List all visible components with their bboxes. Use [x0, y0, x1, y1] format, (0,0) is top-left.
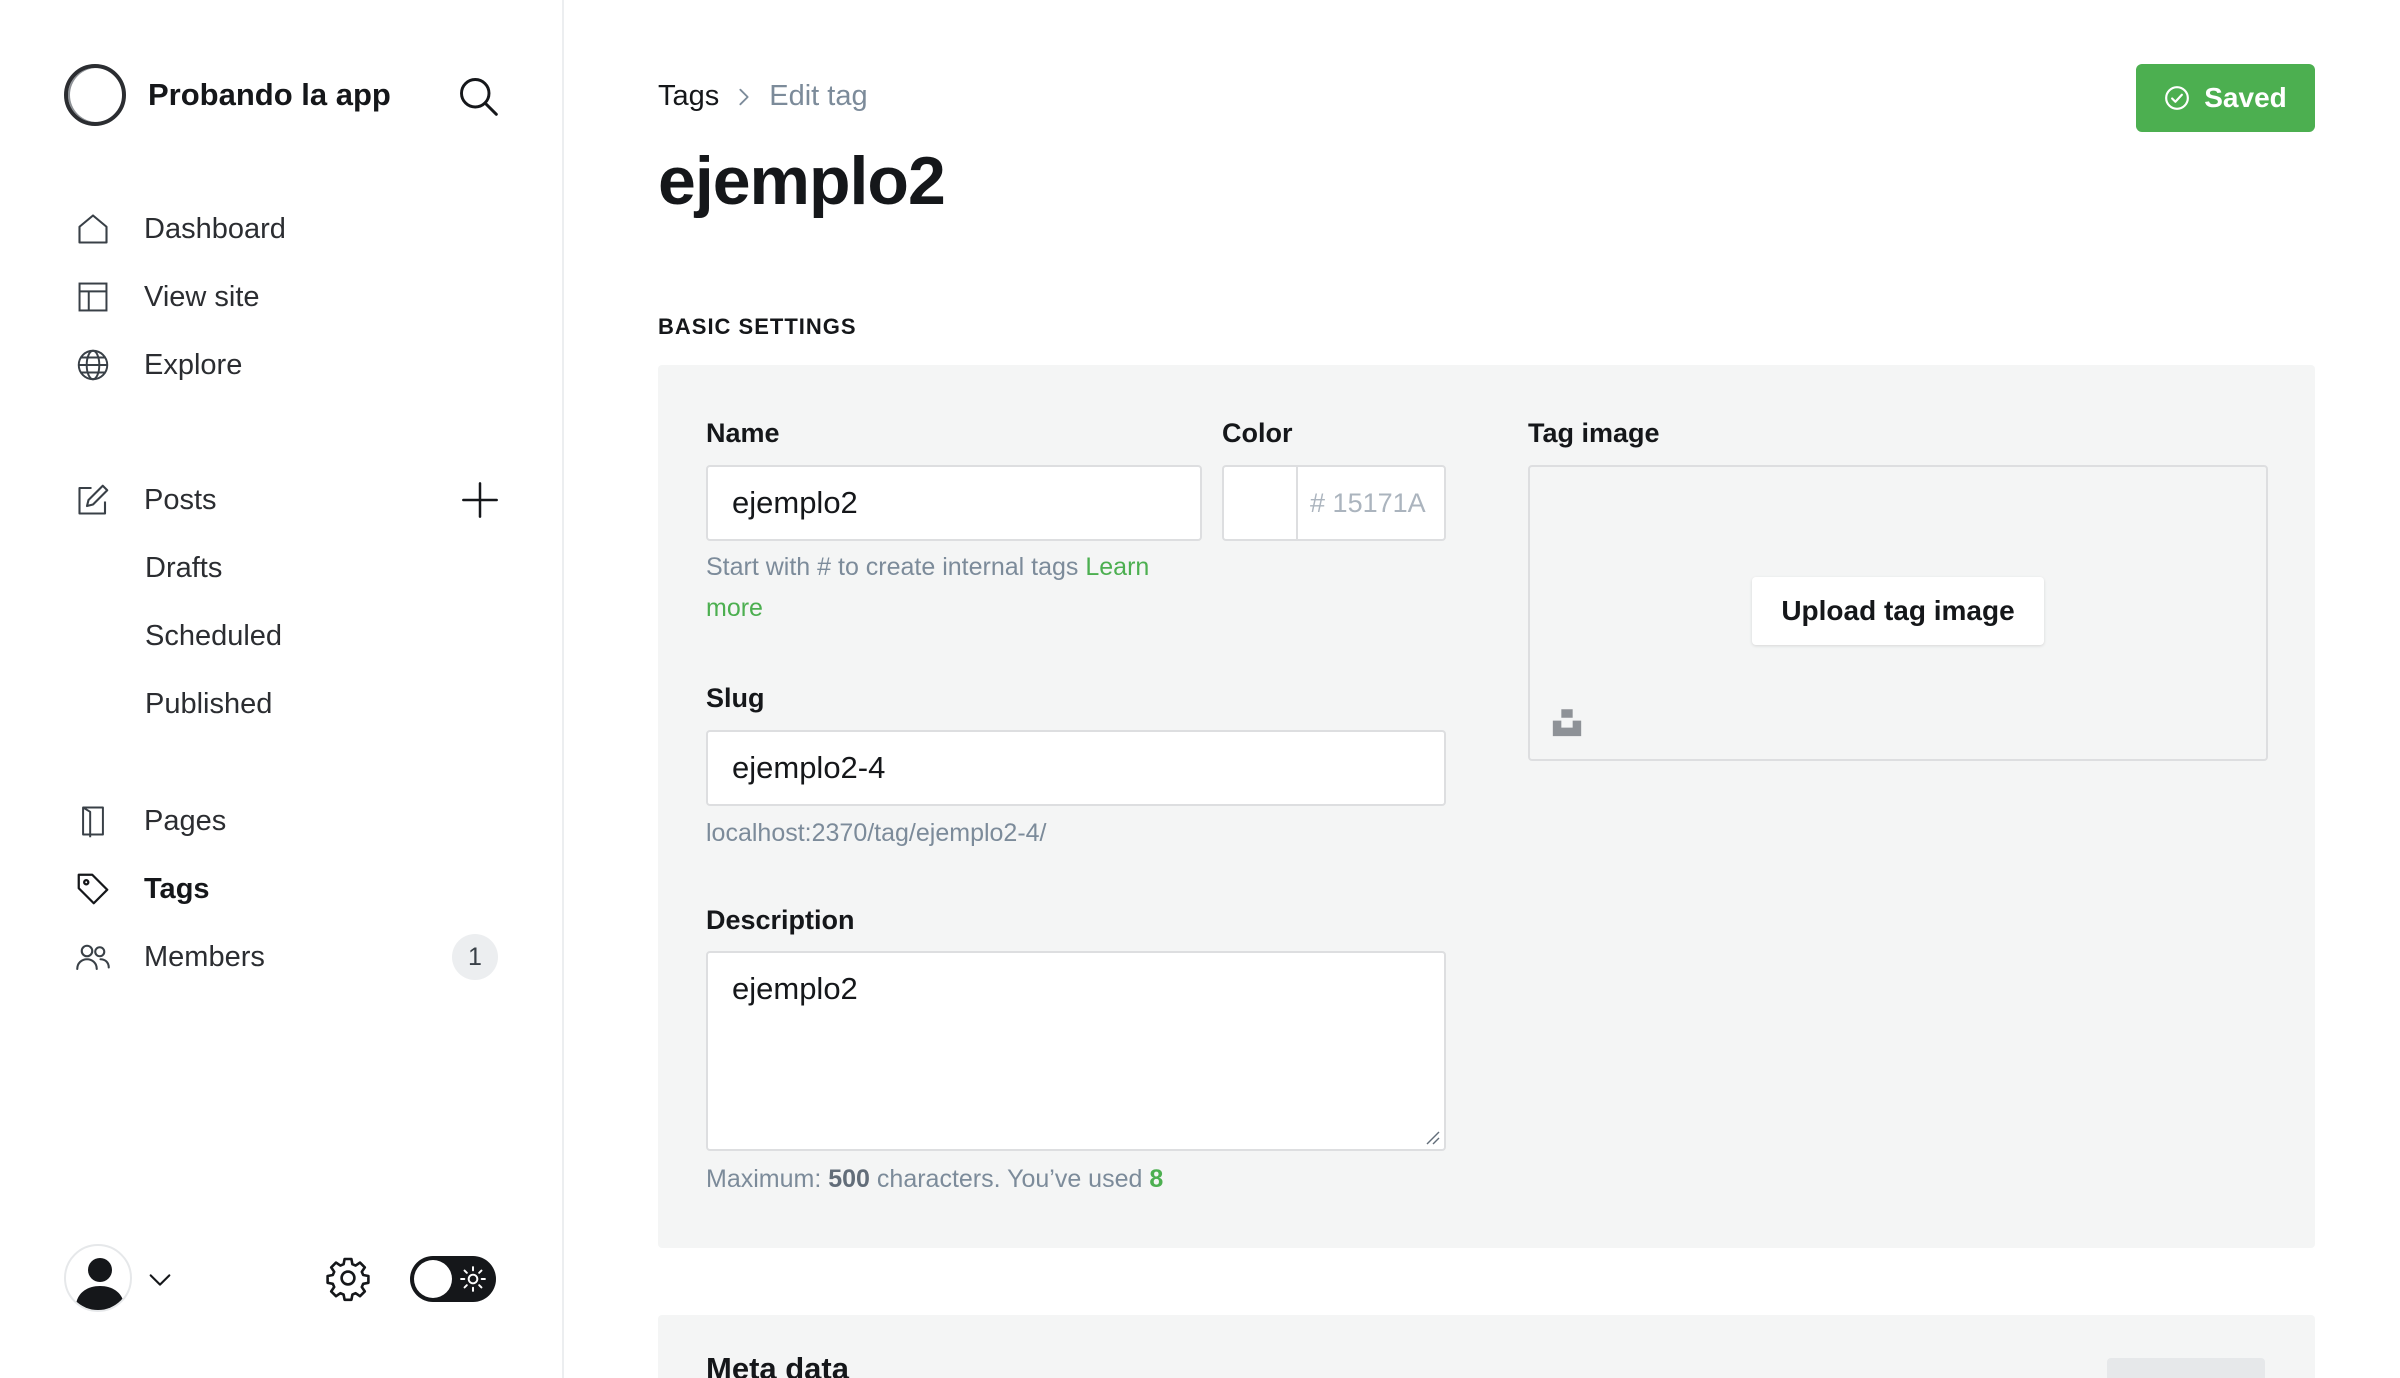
name-input[interactable]: ejemplo2	[706, 465, 1202, 541]
sun-icon	[460, 1266, 486, 1292]
counter-max-value: 500	[828, 1165, 870, 1193]
name-hint-text: Start with # to create internal tags	[706, 553, 1079, 581]
slug-label: Slug	[706, 683, 765, 713]
upload-tag-image-button[interactable]: Upload tag image	[1752, 577, 2044, 645]
learn-more-link-text-2: more	[706, 594, 763, 622]
description-label: Description	[706, 905, 855, 935]
tag-image-dropzone[interactable]: Upload tag image	[1528, 465, 2268, 761]
toggle-knob	[414, 1260, 452, 1298]
avatar[interactable]	[64, 1244, 132, 1312]
meta-data-title: Meta data	[706, 1351, 849, 1378]
color-prefix: #	[1310, 487, 1326, 518]
sidebar-item-view-site[interactable]: View site	[72, 263, 512, 331]
page-icon	[72, 800, 114, 842]
nav-secondary: Pages Tags Members 1	[72, 787, 512, 991]
color-input-value: 15171A	[1332, 487, 1426, 518]
nav-posts: Posts Drafts Scheduled Published	[72, 466, 512, 738]
sidebar-item-members[interactable]: Members 1	[72, 923, 512, 991]
search-icon[interactable]	[456, 74, 500, 118]
counter-used: 8	[1149, 1165, 1164, 1193]
sidebar-item-pages[interactable]: Pages	[72, 787, 512, 855]
name-hint: Start with # to create internal tags Lea…	[706, 547, 1226, 629]
sidebar-item-label: Dashboard	[144, 212, 286, 245]
sidebar-item-label: Published	[145, 687, 273, 720]
learn-more-link-text-1: Learn	[1085, 553, 1150, 581]
tag-icon	[72, 868, 114, 910]
saved-button[interactable]: Saved	[2136, 64, 2315, 132]
description-value: ejemplo2	[732, 971, 858, 1006]
sidebar-item-label: Posts	[144, 483, 217, 516]
sidebar-item-label: Explore	[144, 348, 243, 381]
members-icon	[72, 936, 114, 978]
sidebar-item-label: Members	[144, 940, 265, 973]
main-content: Tags Edit tag ejemplo2 Saved BASIC SETTI…	[566, 0, 2400, 1378]
sidebar: Probando la app Dashboard View site Expl…	[0, 0, 564, 1378]
check-circle-icon	[2165, 86, 2190, 110]
layout-icon	[72, 276, 114, 318]
sidebar-footer	[64, 1244, 504, 1314]
slug-url-preview: localhost:2370/tag/ejemplo2-4/	[706, 819, 1047, 847]
sidebar-item-drafts[interactable]: Drafts	[72, 534, 512, 602]
page-title: ejemplo2	[658, 143, 946, 219]
color-swatch[interactable]	[1222, 465, 1296, 541]
description-counter: Maximum: 500 characters. You’ve used 8	[706, 1159, 1163, 1200]
sidebar-item-dashboard[interactable]: Dashboard	[72, 195, 512, 263]
color-input[interactable]: # 15171A	[1296, 465, 1446, 541]
sidebar-item-published[interactable]: Published	[72, 670, 512, 738]
saved-button-label: Saved	[2204, 82, 2287, 113]
unsplash-icon[interactable]	[1550, 705, 1584, 739]
resize-grip-icon[interactable]	[1424, 1129, 1440, 1145]
sidebar-item-scheduled[interactable]: Scheduled	[72, 602, 512, 670]
theme-toggle[interactable]	[410, 1256, 496, 1302]
breadcrumb: Tags Edit tag	[658, 80, 868, 113]
sidebar-item-posts[interactable]: Posts	[72, 466, 512, 534]
home-icon	[72, 208, 114, 250]
slug-input-value: ejemplo2-4	[732, 750, 886, 785]
counter-max-prefix: Maximum:	[706, 1165, 822, 1193]
site-title: Probando la app	[148, 77, 391, 112]
name-label: Name	[706, 418, 780, 448]
edit-icon	[72, 479, 114, 521]
color-label: Color	[1222, 418, 1293, 448]
meta-data-expand-button[interactable]	[2107, 1358, 2265, 1378]
sidebar-item-label: Pages	[144, 804, 227, 837]
breadcrumb-current: Edit tag	[769, 80, 868, 112]
chevron-down-icon[interactable]	[146, 1266, 174, 1294]
basic-settings-panel: Name ejemplo2 Start with # to create int…	[658, 365, 2315, 1248]
counter-suffix: characters. You’ve used	[876, 1165, 1143, 1193]
sidebar-item-tags[interactable]: Tags	[72, 855, 512, 923]
section-label-basic-settings: BASIC SETTINGS	[658, 314, 857, 339]
sidebar-item-label: Tags	[144, 872, 210, 905]
breadcrumb-tags-link[interactable]: Tags	[658, 80, 719, 113]
sidebar-item-label: Drafts	[145, 551, 223, 584]
members-count-badge: 1	[452, 934, 498, 980]
sidebar-item-label: View site	[144, 280, 260, 313]
sidebar-item-label: Scheduled	[145, 619, 283, 652]
meta-data-panel: Meta data	[658, 1315, 2315, 1378]
brand[interactable]: Probando la app	[64, 64, 391, 126]
description-textarea[interactable]: ejemplo2	[706, 951, 1446, 1151]
plus-icon[interactable]	[460, 480, 500, 520]
gear-icon[interactable]	[324, 1254, 372, 1302]
name-input-value: ejemplo2	[732, 485, 858, 520]
site-logo	[64, 64, 126, 126]
globe-icon	[72, 344, 114, 386]
nav-main: Dashboard View site Explore	[72, 195, 512, 399]
sidebar-item-explore[interactable]: Explore	[72, 331, 512, 399]
tag-image-label: Tag image	[1528, 418, 1660, 448]
slug-input[interactable]: ejemplo2-4	[706, 730, 1446, 806]
chevron-right-icon	[739, 88, 749, 105]
